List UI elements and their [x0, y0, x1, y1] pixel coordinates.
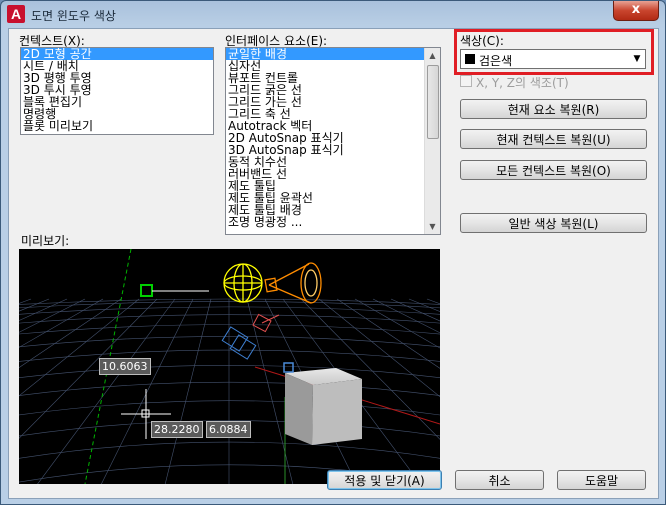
close-button[interactable]: x — [613, 1, 659, 21]
cancel-button[interactable]: 취소 — [455, 470, 544, 490]
restore-classic-colors-button[interactable]: 일반 색상 복원(L) — [460, 213, 647, 233]
grid-radial-lines — [19, 298, 440, 484]
grid-line — [19, 400, 440, 416]
scroll-thumb[interactable] — [427, 65, 439, 139]
cube-object — [285, 368, 362, 445]
color-dropdown[interactable]: 검은색 ▼ — [460, 49, 646, 69]
grid-line — [19, 314, 440, 324]
preview-label: 미리보기: — [21, 234, 70, 248]
point-light-glyph — [223, 263, 263, 303]
window-title: 도면 윈도우 색상 — [31, 9, 116, 23]
list-item[interactable]: 플롯 미리보기 — [21, 120, 213, 132]
color-swatch — [465, 54, 475, 64]
interface-element-listbox[interactable]: 균일한 배경 십자선 뷰포트 컨트롤 그리드 굵은 선 그리드 가는 선 그리드 축 선A… — [225, 47, 441, 235]
restore-current-context-button[interactable]: 현재 컨텍스트 복원(U) — [460, 129, 647, 149]
grid-line — [37, 298, 176, 484]
grid-line — [19, 301, 440, 309]
spot-light-glyph — [264, 262, 322, 304]
dimension-readout-b: 28.2280 — [151, 421, 203, 438]
interface-items: 균일한 배경 십자선 뷰포트 컨트롤 그리드 굵은 선 그리드 가는 선 그리드 축 선A… — [226, 48, 424, 228]
preview-scene — [19, 249, 440, 484]
help-button[interactable]: 도움말 — [557, 470, 646, 490]
grid-line — [19, 298, 32, 304]
grip-icon — [283, 362, 294, 373]
color-label: 색상(C): — [460, 34, 504, 48]
interface-scrollbar[interactable]: ▲ ▼ — [424, 48, 440, 234]
xyz-tint-checkbox[interactable] — [460, 75, 472, 87]
grid-line — [19, 336, 440, 348]
grid-line — [19, 298, 68, 321]
grid-line — [19, 441, 440, 459]
dimension-readout-c: 6.0884 — [206, 421, 251, 438]
grid-lines — [19, 298, 440, 483]
restore-current-element-button[interactable]: 현재 요소 복원(R) — [460, 99, 647, 119]
context-listbox[interactable]: 2D 모형 공간 시트 / 배치 3D 평행 투영 3D 투시 투영 블록 편집기 명령행… — [20, 47, 214, 135]
grid-line — [19, 381, 440, 396]
dialog-client: 컨텍스트(X): 2D 모형 공간 시트 / 배치 3D 평행 투영 3D 투시 투영… — [8, 28, 659, 499]
apply-and-close-button[interactable]: 적용 및 닫기(A) — [327, 470, 442, 490]
color-value: 검은색 — [479, 54, 513, 68]
dimension-readout-a: 10.6063 — [99, 358, 151, 375]
grid-line — [19, 365, 440, 379]
grid-line — [390, 298, 440, 322]
camera-glyph — [221, 326, 257, 360]
scroll-down-icon[interactable]: ▼ — [425, 219, 440, 234]
preview-canvas: 10.6063 28.2280 6.0884 — [19, 249, 440, 484]
grid-line — [19, 298, 440, 305]
xyz-tint-label: X, Y, Z의 색조(T) — [476, 76, 569, 90]
snap-marker-icon — [140, 284, 153, 297]
grid-line — [164, 298, 212, 484]
grid-line — [19, 298, 140, 397]
title-bar[interactable]: A 도면 윈도우 색상 x — [1, 1, 665, 27]
dialog-window: A 도면 윈도우 색상 x 컨텍스트(X): 2D 모형 공간 시트 / 배치 3D… — [0, 0, 666, 505]
grid-line — [19, 349, 440, 362]
camera-glyph-red — [252, 313, 280, 333]
restore-all-contexts-button[interactable]: 모든 컨텍스트 복원(O) — [460, 160, 647, 180]
scroll-up-icon[interactable]: ▲ — [425, 48, 440, 63]
chevron-down-icon[interactable]: ▼ — [629, 50, 645, 68]
list-item[interactable]: 조명 명광정 ... — [226, 216, 424, 228]
autocad-app-icon: A — [7, 5, 25, 23]
